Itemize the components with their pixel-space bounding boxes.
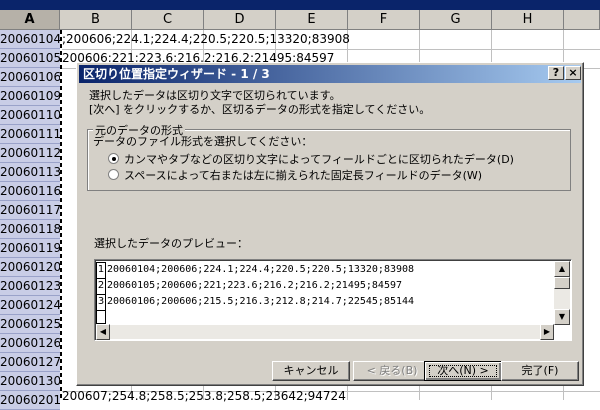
preview-row-number: [96, 310, 106, 324]
cell-a[interactable]: 20060123: [0, 277, 60, 296]
preview-row-text: 20060106;200606;215.5;216.3;212.8;214.7;…: [107, 296, 415, 307]
preview-row-text: 20060105;200606;221;223.6;216.2;216.2;21…: [107, 280, 403, 291]
preview-label: 選択したデータのプレビュー：: [94, 237, 248, 250]
column-header-h[interactable]: H: [492, 10, 564, 30]
cell-a[interactable]: 20060106: [0, 68, 60, 87]
title-strip: [0, 0, 600, 10]
cell-a[interactable]: 20060130: [0, 372, 60, 391]
data-preview[interactable]: 1 20060104;200606;224.1;224.4;220.5;220.…: [94, 259, 572, 341]
cell-overflow-text: ;200606;224.1;224.4;220.5;220.5;13320;83…: [62, 32, 350, 46]
scroll-thumb[interactable]: [554, 277, 570, 289]
group-prompt: データのファイル形式を選択してください：: [93, 135, 313, 148]
preview-row-number: 3: [96, 294, 106, 311]
radio-fixed-width[interactable]: [108, 169, 119, 180]
scroll-up-icon[interactable]: ▲: [554, 261, 570, 277]
cell-a[interactable]: 20060104: [0, 30, 60, 49]
cell-a[interactable]: 20060124: [0, 296, 60, 315]
column-header-d[interactable]: D: [204, 10, 276, 30]
option-delimited-label[interactable]: カンマやタブなどの区切り文字によってフィールドごとに区切られたデータ(D): [124, 151, 514, 167]
column-header-g[interactable]: G: [420, 10, 492, 30]
radio-selected-dot: [112, 157, 116, 161]
preview-vertical-scrollbar[interactable]: ▲ ▼: [554, 261, 570, 325]
copy-marquee: [60, 30, 62, 400]
cell-a[interactable]: 20060112: [0, 144, 60, 163]
cell-a[interactable]: 20060201: [0, 391, 60, 410]
option-fixed-width-label[interactable]: スペースによって右または左に揃えられた固定長フィールドのデータ(W): [124, 167, 482, 183]
cancel-button[interactable]: キャンセル: [272, 361, 350, 381]
next-button[interactable]: 次へ(N) >: [424, 361, 502, 381]
column-header-b[interactable]: B: [60, 10, 132, 30]
cell-a[interactable]: 20060116: [0, 182, 60, 201]
back-button[interactable]: < 戻る(B): [353, 361, 431, 381]
cell-overflow-text: 200607;254.8;258.5;253.8;258.5;23642;947…: [62, 389, 346, 403]
preview-horizontal-scrollbar[interactable]: ◀ ▶: [96, 324, 554, 340]
dialog-titlebar[interactable]: 区切り位置指定ウィザード - 1 / 3: [79, 65, 581, 83]
column-header-blank: [564, 10, 600, 30]
finish-button[interactable]: 完了(F): [501, 361, 579, 381]
scroll-left-icon[interactable]: ◀: [96, 324, 110, 340]
cell-a[interactable]: 20060117: [0, 201, 60, 220]
cell-a[interactable]: 20060118: [0, 220, 60, 239]
cell-a[interactable]: 20060110: [0, 106, 60, 125]
column-header-f[interactable]: F: [348, 10, 420, 30]
scroll-right-icon[interactable]: ▶: [540, 324, 554, 340]
cell-a[interactable]: 20060120: [0, 258, 60, 277]
help-button[interactable]: ?: [548, 66, 564, 80]
intro-text: [次へ] をクリックするか、区切るデータの形式を指定してください。: [89, 103, 431, 116]
text-to-columns-dialog: 区切り位置指定ウィザード - 1 / 3 ? × 選択したデータは区切り文字で区…: [76, 62, 584, 386]
scroll-down-icon[interactable]: ▼: [554, 309, 570, 325]
column-header-a[interactable]: A: [0, 10, 60, 30]
cell-a[interactable]: 20060113: [0, 163, 60, 182]
preview-row-number: 2: [96, 278, 106, 295]
dialog-title: 区切り位置指定ウィザード - 1 / 3: [83, 67, 270, 81]
cell-a[interactable]: 20060126: [0, 334, 60, 353]
cell-a[interactable]: 20060119: [0, 239, 60, 258]
focus-ring: [429, 365, 497, 377]
cell-a[interactable]: 20060111: [0, 125, 60, 144]
preview-row-number: 1: [96, 262, 106, 279]
close-button[interactable]: ×: [565, 66, 581, 80]
cell-a[interactable]: 20060127: [0, 353, 60, 372]
column-header-c[interactable]: C: [132, 10, 204, 30]
column-header-e[interactable]: E: [276, 10, 348, 30]
cell-a[interactable]: 20060109: [0, 87, 60, 106]
radio-delimited[interactable]: [108, 153, 119, 164]
cell-a[interactable]: 20060125: [0, 315, 60, 334]
cell-a[interactable]: 20060105: [0, 49, 60, 68]
preview-row-text: 20060104;200606;224.1;224.4;220.5;220.5;…: [107, 264, 415, 275]
